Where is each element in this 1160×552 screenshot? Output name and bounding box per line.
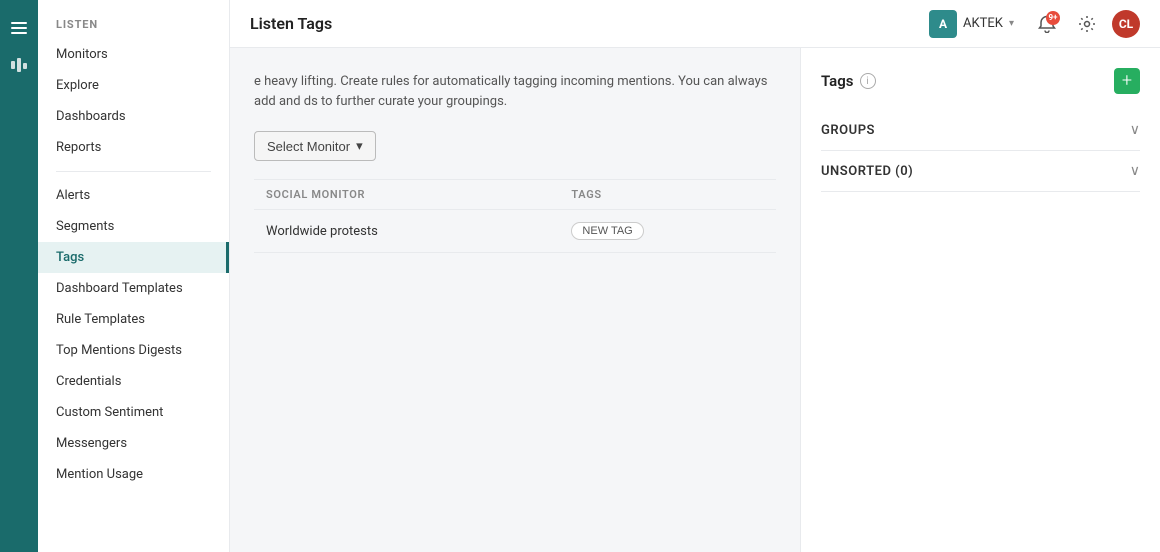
right-panel-header: Tags i + [821, 68, 1140, 94]
content-area: e heavy lifting. Create rules for automa… [230, 48, 1160, 552]
app-logo [8, 54, 30, 76]
sidebar-item-credentials[interactable]: Credentials [38, 366, 229, 397]
sidebar-item-reports[interactable]: Reports [38, 132, 229, 163]
sidebar-item-mention-usage[interactable]: Mention Usage [38, 459, 229, 490]
sidebar-item-monitors[interactable]: Monitors [38, 39, 229, 70]
sidebar-item-dashboard-templates[interactable]: Dashboard Templates [38, 273, 229, 304]
sidebar-divider [56, 171, 211, 172]
right-panel-title-row: Tags i [821, 72, 876, 90]
account-name: AKTEK [963, 16, 1003, 31]
account-chevron-icon: ▾ [1009, 18, 1014, 29]
groups-section-row[interactable]: GROUPS ∨ [821, 110, 1140, 151]
groups-chevron-icon: ∨ [1130, 122, 1140, 138]
topbar: Listen Tags A AKTEK ▾ 9+ CL [230, 0, 1160, 48]
notifications-btn[interactable]: 9+ [1032, 9, 1062, 39]
unsorted-section-row[interactable]: UNSORTED (0) ∨ [821, 151, 1140, 192]
account-avatar: A [929, 10, 957, 38]
sidebar-item-messengers[interactable]: Messengers [38, 428, 229, 459]
sidebar-section-listen: LISTEN [38, 0, 229, 39]
right-panel-title: Tags [821, 72, 854, 90]
rail-toggle-btn[interactable] [5, 14, 33, 42]
tags-table: SOCIAL MONITOR TAGS Worldwide protests N… [254, 179, 776, 253]
sidebar-item-dashboards[interactable]: Dashboards [38, 101, 229, 132]
add-tag-button[interactable]: + [1114, 68, 1140, 94]
account-selector[interactable]: A AKTEK ▾ [921, 6, 1022, 42]
table-row: Worldwide protests NEW TAG [254, 210, 776, 253]
select-monitor-chevron-icon: ▾ [356, 138, 363, 154]
main-content: Listen Tags A AKTEK ▾ 9+ CL [230, 0, 1160, 552]
sidebar-item-tags[interactable]: Tags [38, 242, 229, 273]
groups-label: GROUPS [821, 123, 875, 138]
intro-text: e heavy lifting. Create rules for automa… [254, 72, 776, 111]
sidebar-item-custom-sentiment[interactable]: Custom Sentiment [38, 397, 229, 428]
topbar-actions: A AKTEK ▾ 9+ CL [921, 6, 1140, 42]
filter-bar: Select Monitor ▾ [254, 131, 776, 161]
select-monitor-dropdown[interactable]: Select Monitor ▾ [254, 131, 376, 161]
user-avatar[interactable]: CL [1112, 10, 1140, 38]
new-tag-button[interactable]: NEW TAG [571, 222, 643, 240]
select-monitor-label: Select Monitor [267, 139, 350, 154]
table-header-row: SOCIAL MONITOR TAGS [254, 180, 776, 210]
tags-info-icon[interactable]: i [860, 73, 876, 89]
sidebar-item-top-mentions-digests[interactable]: Top Mentions Digests [38, 335, 229, 366]
settings-btn[interactable] [1072, 9, 1102, 39]
tags-cell: NEW TAG [559, 210, 776, 253]
monitor-name-cell: Worldwide protests [254, 210, 559, 253]
center-panel: e heavy lifting. Create rules for automa… [230, 48, 800, 552]
sidebar-item-rule-templates[interactable]: Rule Templates [38, 304, 229, 335]
sidebar-item-alerts[interactable]: Alerts [38, 180, 229, 211]
notification-badge: 9+ [1046, 11, 1060, 25]
sidebar: LISTEN Monitors Explore Dashboards Repor… [38, 0, 230, 552]
page-title: Listen Tags [250, 14, 921, 33]
left-rail [0, 0, 38, 552]
unsorted-chevron-icon: ∨ [1130, 163, 1140, 179]
col-tags: TAGS [559, 180, 776, 210]
sidebar-item-explore[interactable]: Explore [38, 70, 229, 101]
col-social-monitor: SOCIAL MONITOR [254, 180, 559, 210]
right-panel: Tags i + GROUPS ∨ UNSORTED (0) ∨ [800, 48, 1160, 552]
unsorted-label: UNSORTED (0) [821, 164, 913, 179]
sidebar-item-segments[interactable]: Segments [38, 211, 229, 242]
